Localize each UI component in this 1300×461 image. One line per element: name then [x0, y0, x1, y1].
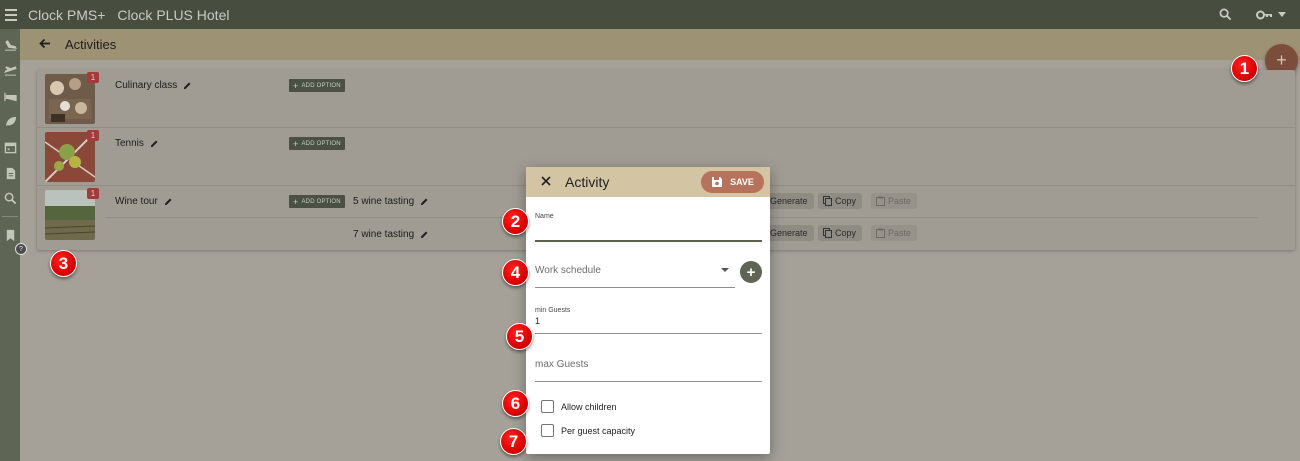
add-option-button[interactable]: + ADD OPTION	[289, 137, 345, 150]
account-menu[interactable]	[1256, 10, 1286, 20]
callout-marker: 6	[502, 390, 529, 417]
copy-button[interactable]: Copy	[818, 225, 863, 241]
checkbox[interactable]	[541, 424, 554, 437]
search-icon[interactable]	[3, 191, 17, 205]
callout-marker: 5	[506, 323, 533, 350]
dropdown-arrow-icon	[721, 268, 729, 272]
min-guests-field[interactable]: min Guests 1	[535, 307, 762, 335]
add-option-button[interactable]: + ADD OPTION	[289, 195, 345, 208]
generate-button[interactable]: Generate	[766, 193, 814, 209]
document-icon[interactable]	[3, 166, 17, 180]
activity-name[interactable]: Culinary class	[115, 80, 192, 91]
copy-button[interactable]: Copy	[818, 193, 863, 209]
add-option-button[interactable]: + ADD OPTION	[289, 79, 345, 92]
copy-icon	[823, 228, 832, 238]
rail-divider	[2, 216, 18, 217]
option-name[interactable]: 7 wine tasting	[353, 229, 429, 240]
checkbox[interactable]	[541, 400, 554, 413]
floppy-disk-icon	[712, 177, 723, 187]
edit-pencil-icon[interactable]	[420, 197, 429, 206]
min-guests-label: min Guests	[535, 307, 571, 314]
page-header: Activities	[20, 29, 1300, 60]
name-label: Name	[535, 213, 554, 220]
max-guests-input[interactable]: max Guests	[535, 359, 762, 370]
name-field[interactable]: Name	[535, 213, 762, 243]
key-icon	[1256, 10, 1272, 19]
dialog-header: Activity SAVE	[526, 167, 770, 197]
dialog-title: Activity	[565, 174, 610, 190]
callout-marker: 3	[50, 250, 77, 277]
option-name[interactable]: 5 wine tasting	[353, 196, 429, 207]
help-icon[interactable]: ?	[15, 243, 27, 255]
edit-pencil-icon[interactable]	[420, 230, 429, 239]
hotel-name[interactable]: Clock PLUS Hotel	[117, 7, 229, 23]
paste-button[interactable]: Paste	[871, 225, 918, 241]
caret-down-icon	[1278, 12, 1286, 17]
callout-marker: 2	[502, 208, 529, 235]
add-work-schedule-button[interactable]: +	[740, 261, 762, 283]
per-guest-capacity-checkbox[interactable]: Per guest capacity	[541, 424, 635, 437]
copy-icon	[823, 196, 832, 206]
paste-button[interactable]: Paste	[871, 193, 918, 209]
back-arrow-icon[interactable]	[39, 38, 51, 52]
plus-icon: +	[1276, 50, 1287, 70]
bed-icon[interactable]	[3, 89, 17, 103]
edit-pencil-icon[interactable]	[183, 81, 192, 90]
image-count-badge: 1	[87, 188, 99, 199]
plus-icon: +	[293, 196, 299, 207]
work-schedule-underline	[535, 287, 735, 288]
activity-name[interactable]: Tennis	[115, 138, 159, 149]
search-icon[interactable]	[1219, 8, 1232, 21]
allow-children-checkbox[interactable]: Allow children	[541, 400, 617, 413]
max-guests-field[interactable]: max Guests	[535, 359, 762, 383]
activity-name[interactable]: Wine tour	[115, 196, 173, 207]
edit-pencil-icon[interactable]	[150, 139, 159, 148]
callout-marker: 4	[502, 259, 529, 286]
min-guests-input[interactable]: 1	[535, 316, 762, 326]
top-app-bar: Clock PMS+ Clock PLUS Hotel	[0, 0, 1300, 29]
callout-marker: 7	[500, 428, 527, 455]
activity-row: 1 Culinary class + ADD OPTION	[37, 70, 1295, 128]
max-guests-underline	[535, 381, 762, 382]
image-count-badge: 1	[87, 72, 99, 83]
app-name: Clock PMS+	[28, 6, 106, 23]
close-icon[interactable]	[541, 175, 551, 189]
plus-icon: +	[293, 80, 299, 91]
name-input[interactable]	[535, 220, 762, 232]
activity-dialog: Activity SAVE Name Work schedule + min G…	[526, 167, 770, 454]
plus-icon: +	[746, 263, 756, 281]
calendar-icon[interactable]	[3, 140, 17, 154]
plus-icon: +	[293, 138, 299, 149]
bookmark-icon[interactable]	[3, 228, 17, 242]
paste-icon	[876, 196, 885, 206]
save-button[interactable]: SAVE	[701, 171, 764, 193]
name-underline	[535, 240, 762, 242]
edit-pencil-icon[interactable]	[164, 197, 173, 206]
page-title: Activities	[65, 37, 117, 52]
min-guests-underline	[535, 333, 762, 334]
generate-button[interactable]: Generate	[766, 225, 814, 241]
plane-arrival-icon[interactable]	[3, 38, 17, 52]
paste-icon	[876, 228, 885, 238]
callout-marker: 1	[1231, 55, 1258, 82]
work-schedule-select[interactable]: Work schedule	[535, 265, 735, 289]
plane-departure-icon[interactable]	[3, 63, 17, 77]
image-count-badge: 1	[87, 130, 99, 141]
work-schedule-placeholder: Work schedule	[535, 265, 601, 276]
hamburger-menu-icon[interactable]	[5, 8, 27, 21]
leaf-icon[interactable]	[3, 114, 17, 128]
